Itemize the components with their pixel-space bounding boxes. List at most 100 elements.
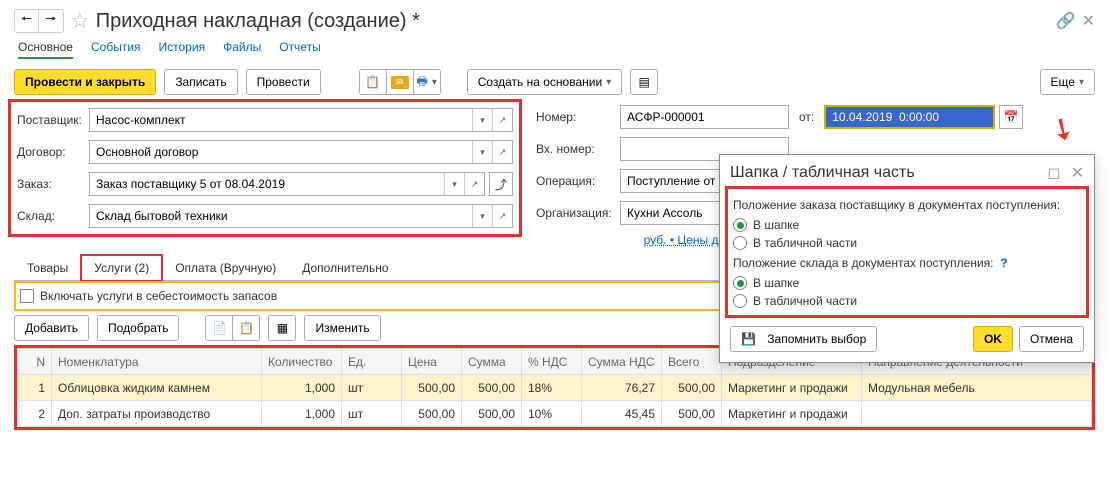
number-label: Номер: [536, 110, 616, 124]
paste-icon[interactable]: 📋 [232, 315, 260, 341]
table-row[interactable]: 1 Облицовка жидким камнем 1,000 шт 500,0… [18, 375, 1092, 401]
popup-title: Шапка / табличная часть [730, 164, 1047, 182]
number-input[interactable] [620, 105, 789, 129]
popup-body-highlighted: Положение заказа поставщику в документах… [725, 186, 1089, 318]
tab-files[interactable]: Файлы [223, 40, 261, 59]
date-input[interactable] [826, 107, 993, 127]
contract-input[interactable] [90, 141, 472, 163]
col-qty[interactable]: Количество [262, 349, 342, 375]
tab-reports[interactable]: Отчеты [279, 40, 320, 59]
tab-main[interactable]: Основное [18, 40, 73, 59]
col-vat-sum[interactable]: Сумма НДС [582, 349, 662, 375]
supplier-input[interactable] [90, 109, 472, 131]
remember-choice-button[interactable]: 💾 Запомнить выбор [730, 326, 877, 352]
warehouse-in-table-radio[interactable]: В табличной части [733, 292, 1081, 310]
grid-settings-icon[interactable]: ▦ [268, 315, 296, 341]
order-in-table-radio[interactable]: В табличной части [733, 234, 1081, 252]
tab-services[interactable]: Услуги (2) [81, 255, 162, 281]
col-sum[interactable]: Сумма [462, 349, 522, 375]
help-icon[interactable]: ? [1000, 256, 1007, 270]
add-row-button[interactable]: Добавить [14, 315, 89, 341]
include-cost-label: Включать услуги в себестоимость запасов [40, 289, 277, 303]
col-total[interactable]: Всего [662, 349, 722, 375]
highlighted-fields-group: Поставщик: ▾ ↗ Договор: ▾ ↗ [8, 99, 522, 237]
chevron-down-icon[interactable]: ▾ [472, 205, 492, 227]
open-icon[interactable]: ↗ [492, 205, 512, 227]
warehouse-field[interactable]: ▾ ↗ [89, 204, 513, 228]
chevron-down-icon[interactable]: ▾ [444, 173, 464, 195]
select-rows-button[interactable]: Подобрать [97, 315, 179, 341]
document-window: 🠔 🠖 ☆ Приходная накладная (создание) * 🔗… [0, 0, 1109, 502]
create-based-on-button[interactable]: Создать на основании ▾ [467, 69, 623, 95]
header: 🠔 🠖 ☆ Приходная накладная (создание) * 🔗… [14, 8, 1095, 34]
include-cost-checkbox[interactable] [20, 289, 34, 303]
tab-history[interactable]: История [159, 40, 206, 59]
maximize-icon[interactable]: ◻ [1047, 163, 1060, 183]
back-button[interactable]: 🠔 [15, 10, 39, 32]
radio-icon [733, 294, 747, 308]
more-button[interactable]: Еще ▾ [1040, 69, 1095, 95]
mail-icon[interactable]: ✉ [386, 69, 414, 95]
table-row[interactable]: 2 Доп. затраты производство 1,000 шт 500… [18, 401, 1092, 427]
create-based-on-label: Создать на основании [478, 75, 603, 89]
open-icon[interactable]: ↗ [492, 109, 512, 131]
warehouse-in-header-radio[interactable]: В шапке [733, 274, 1081, 292]
order-input[interactable] [90, 173, 444, 195]
order-field[interactable]: ▾ ↗ [89, 172, 485, 196]
col-price[interactable]: Цена [402, 349, 462, 375]
org-label: Организация: [536, 206, 616, 220]
col-item[interactable]: Номенклатура [52, 349, 262, 375]
cancel-button[interactable]: Отмена [1019, 326, 1084, 352]
radio-icon [733, 218, 747, 232]
icon-button-group: 📋 ✉ 🖶▾ [359, 69, 441, 95]
ext-number-label: Вх. номер: [536, 142, 616, 156]
col-vat[interactable]: % НДС [522, 349, 582, 375]
contract-label: Договор: [17, 145, 85, 159]
post-button[interactable]: Провести [246, 69, 321, 95]
paste-icon[interactable]: 📋 [359, 69, 387, 95]
page-title: Приходная накладная (создание) * [96, 10, 420, 33]
from-label: от: [799, 110, 814, 124]
open-icon[interactable]: ↗ [492, 141, 512, 163]
order-placement-label: Положение заказа поставщику в документах… [733, 198, 1081, 212]
save-button[interactable]: Записать [164, 69, 237, 95]
chevron-down-icon[interactable]: ▾ [472, 141, 492, 163]
tab-payment[interactable]: Оплата (Вручную) [162, 255, 289, 280]
structure-icon[interactable]: ▤ [630, 69, 658, 95]
link-icon[interactable]: 🔗 [1056, 11, 1076, 31]
operation-label: Операция: [536, 174, 616, 188]
warehouse-input[interactable] [90, 205, 472, 227]
post-and-close-button[interactable]: Провести и закрыть [14, 69, 156, 95]
supplier-label: Поставщик: [17, 113, 85, 127]
calendar-icon[interactable]: 📅 [999, 105, 1023, 129]
order-label: Заказ: [17, 177, 85, 191]
open-icon[interactable]: ↗ [464, 173, 484, 195]
fill-from-order-icon[interactable]: ⤴ [489, 172, 513, 196]
radio-icon [733, 236, 747, 250]
header-table-settings-popup: Шапка / табличная часть ◻ ✕ Положение за… [719, 154, 1095, 363]
col-n[interactable]: N [18, 349, 52, 375]
supplier-field[interactable]: ▾ ↗ [89, 108, 513, 132]
contract-field[interactable]: ▾ ↗ [89, 140, 513, 164]
col-unit[interactable]: Ед. [342, 349, 402, 375]
print-icon[interactable]: 🖶▾ [413, 69, 441, 95]
nav-buttons: 🠔 🠖 [14, 9, 64, 33]
favorite-star-icon[interactable]: ☆ [70, 8, 90, 34]
warehouse-label: Склад: [17, 209, 85, 223]
tab-goods[interactable]: Товары [14, 255, 81, 280]
ok-button[interactable]: OK [973, 326, 1013, 352]
radio-icon [733, 276, 747, 290]
currency-prices-link[interactable]: руб. • Цены для [536, 233, 732, 247]
date-field[interactable] [824, 105, 995, 129]
tab-additional[interactable]: Дополнительно [289, 255, 401, 280]
order-in-header-radio[interactable]: В шапке [733, 216, 1081, 234]
chevron-down-icon[interactable]: ▾ [472, 109, 492, 131]
close-icon[interactable]: ✕ [1082, 11, 1095, 31]
top-tabs: Основное События История Файлы Отчеты [14, 40, 1095, 59]
forward-button[interactable]: 🠖 [39, 10, 63, 32]
edit-row-button[interactable]: Изменить [304, 315, 380, 341]
more-label: Еще [1051, 75, 1075, 89]
copy-icon[interactable]: 📄 [205, 315, 233, 341]
tab-events[interactable]: События [91, 40, 141, 59]
close-icon[interactable]: ✕ [1071, 163, 1084, 183]
